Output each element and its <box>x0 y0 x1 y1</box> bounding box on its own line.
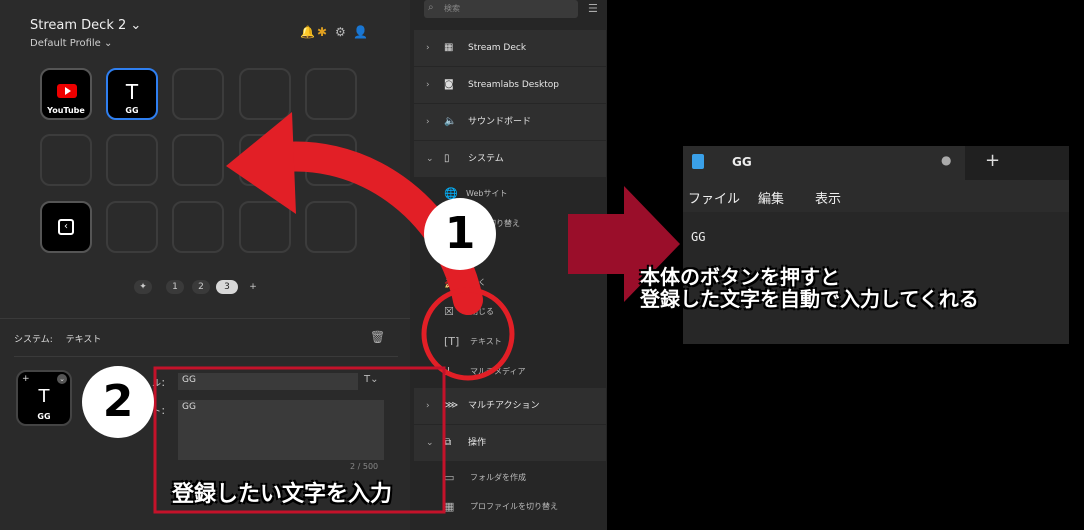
caption-line-1: 本体のボタンを押すと <box>640 265 840 289</box>
caption-bottom: 登録したい文字を入力 <box>172 482 393 507</box>
step-2-badge: 2 <box>82 366 154 438</box>
caption-right: 本体のボタンを押すと 登録した文字を自動で入力してくれる <box>640 266 979 310</box>
arrowhead-icon <box>226 112 296 214</box>
annotation-layer <box>153 112 680 514</box>
step-1-badge: 1 <box>424 198 496 270</box>
caption-line-2: 登録した文字を自動で入力してくれる <box>640 287 979 311</box>
